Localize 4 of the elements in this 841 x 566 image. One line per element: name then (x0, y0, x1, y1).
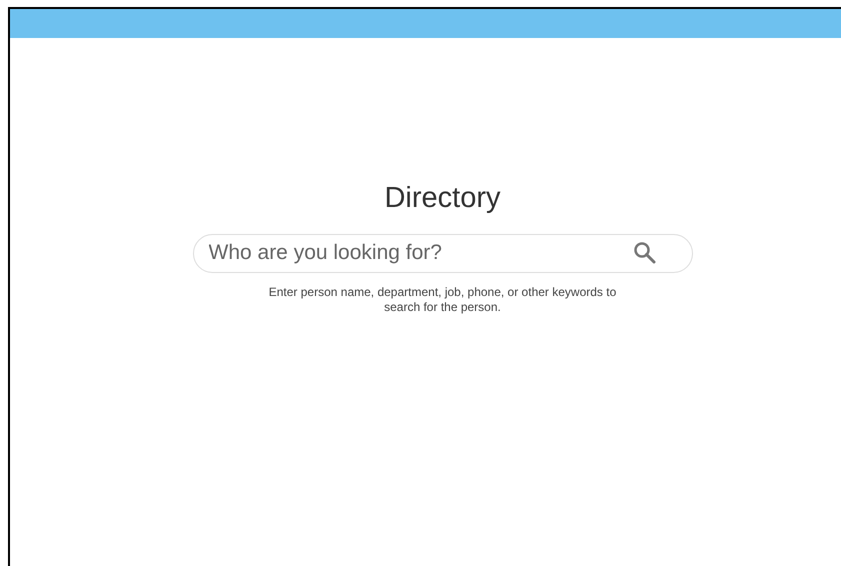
search-icon[interactable] (632, 240, 656, 265)
search-field[interactable]: Who are you looking for? (192, 234, 692, 273)
page-title: Directory (384, 181, 500, 216)
help-text: Enter person name, department, job, phone, or other keywords to search for the person. (268, 284, 618, 315)
